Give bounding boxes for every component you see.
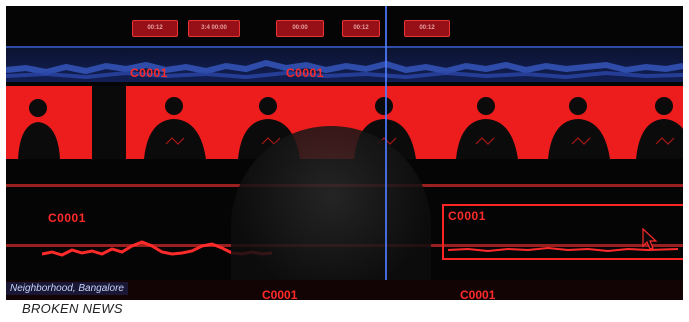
clip-label: C0001	[448, 209, 486, 223]
clip-label: C0001	[130, 66, 168, 80]
timeline-marker[interactable]: 00:12	[132, 20, 178, 37]
audio-waveform-track[interactable]	[6, 48, 683, 82]
timeline-marker[interactable]: 3:4 00:00	[188, 20, 240, 37]
clip-label: C0001	[460, 288, 496, 300]
clip-label: C0001	[48, 211, 86, 225]
timeline-marker[interactable]: 00:00	[276, 20, 324, 37]
timeline-marker[interactable]: 00:12	[342, 20, 380, 37]
clip-label: C0001	[286, 66, 324, 80]
waveform-graphic	[6, 59, 683, 80]
clip-label: C0001	[262, 288, 298, 300]
playhead-icon[interactable]	[385, 6, 387, 300]
image-caption: BROKEN NEWS	[22, 301, 123, 316]
location-overlay: Neighborhood, Bangalore	[6, 282, 128, 295]
cursor-arrow-icon	[642, 228, 658, 250]
video-editor-timeline: 00:12 3:4 00:00 00:00 00:12 00:12 C0001 …	[6, 6, 683, 300]
timeline-marker[interactable]: 00:12	[404, 20, 450, 37]
